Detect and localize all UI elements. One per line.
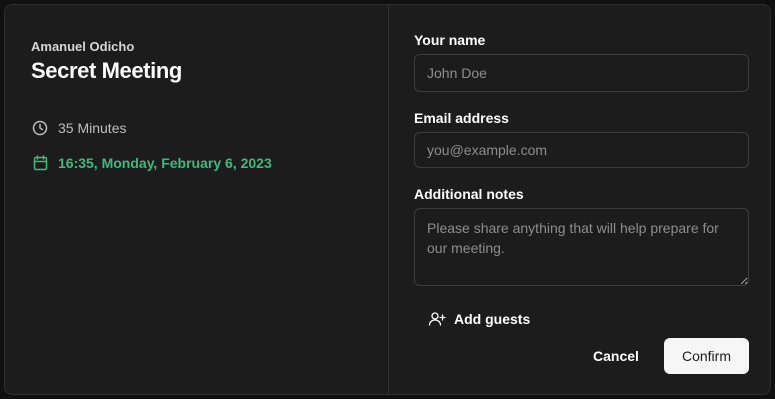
host-name: Amanuel Odicho bbox=[31, 39, 135, 54]
notes-textarea[interactable] bbox=[414, 208, 749, 286]
email-label: Email address bbox=[414, 110, 509, 126]
clock-icon bbox=[31, 119, 49, 137]
cancel-button[interactable]: Cancel bbox=[581, 338, 651, 374]
booking-card: Amanuel Odicho Secret Meeting 35 Minutes… bbox=[4, 4, 771, 395]
add-guests-button[interactable]: Add guests bbox=[428, 310, 530, 328]
notes-label: Additional notes bbox=[414, 186, 524, 202]
event-duration: 35 Minutes bbox=[31, 119, 126, 137]
calendar-icon bbox=[31, 154, 49, 172]
name-label: Your name bbox=[414, 32, 486, 48]
panel-divider bbox=[388, 5, 389, 394]
event-details: Amanuel Odicho Secret Meeting 35 Minutes… bbox=[31, 39, 371, 171]
event-datetime: 16:35, Monday, February 6, 2023 bbox=[31, 154, 272, 172]
add-guests-label: Add guests bbox=[454, 311, 531, 327]
duration-text: 35 Minutes bbox=[58, 120, 127, 136]
confirm-button[interactable]: Confirm bbox=[664, 338, 749, 374]
name-input[interactable] bbox=[414, 54, 749, 92]
datetime-text: 16:35, Monday, February 6, 2023 bbox=[58, 155, 272, 171]
event-title: Secret Meeting bbox=[31, 58, 182, 83]
email-input[interactable] bbox=[414, 132, 749, 168]
user-plus-icon bbox=[428, 310, 446, 328]
